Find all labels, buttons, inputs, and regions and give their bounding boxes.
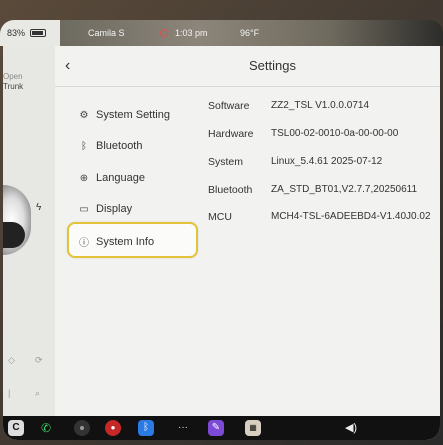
- menu-item-display[interactable]: ▭ Display: [78, 203, 132, 215]
- user-name[interactable]: Camila S: [88, 28, 125, 38]
- record-indicator-icon: [160, 29, 168, 37]
- info-value-mcu: MCH4-TSL-6ADEEBD4-V1.40J0.02: [271, 211, 431, 222]
- search-icon[interactable]: ⌕: [35, 388, 40, 399]
- menu-item-system-info[interactable]: ⓘ System Info: [78, 234, 155, 250]
- trunk-label[interactable]: Trunk: [3, 82, 23, 91]
- info-label-bluetooth: Bluetooth: [208, 184, 253, 196]
- phone-icon[interactable]: ✆: [38, 420, 54, 436]
- clock: 1:03 pm: [175, 28, 208, 38]
- camera-icon[interactable]: [74, 420, 90, 436]
- more-icon[interactable]: ···: [175, 420, 191, 436]
- volume-icon[interactable]: ◀): [340, 420, 362, 436]
- divider: [55, 86, 440, 87]
- info-label-mcu: MCU: [208, 211, 232, 223]
- page-title: Settings: [249, 58, 296, 73]
- info-icon: ⓘ: [79, 238, 89, 249]
- menu-item-label: Bluetooth: [96, 140, 143, 152]
- info-value-hardware: TSL00-02-0010-0a-00-00-00: [271, 128, 399, 139]
- menu-item-label: System Info: [96, 235, 155, 248]
- app-icon[interactable]: ▦: [245, 420, 261, 436]
- pen-icon[interactable]: ✎: [208, 420, 224, 436]
- info-value-software: ZZ2_TSL V1.0.0.0714: [271, 100, 370, 111]
- bluetooth-icon: ᛒ: [81, 140, 87, 152]
- temperature: 96°F: [240, 28, 260, 38]
- refresh-icon[interactable]: ⟳: [35, 355, 43, 366]
- charge-bolt-icon[interactable]: ϟ: [36, 202, 41, 213]
- info-value-system: Linux_5.4.61 2025-07-12: [271, 156, 383, 167]
- info-label-software: Software: [208, 100, 250, 112]
- menu-item-label: System Setting: [96, 109, 170, 121]
- bluetooth-icon[interactable]: ᛒ: [138, 420, 154, 436]
- car-control-icon[interactable]: |: [8, 388, 10, 398]
- battery-level: 83%: [7, 28, 26, 38]
- display-icon: ▭: [79, 203, 89, 215]
- record-icon[interactable]: ●: [105, 420, 121, 436]
- battery-icon: [30, 29, 46, 37]
- car-icon[interactable]: C: [8, 420, 24, 436]
- info-label-hardware: Hardware: [208, 128, 254, 140]
- menu-item-label: Display: [96, 203, 133, 215]
- info-value-bluetooth: ZA_STD_BT01,V2.7.7,20250611: [271, 184, 418, 195]
- menu-item-bluetooth[interactable]: ᛒ Bluetooth: [78, 140, 142, 152]
- trunk-open-label[interactable]: Open: [3, 72, 23, 81]
- info-label-system: System: [208, 156, 244, 168]
- menu-item-system-setting[interactable]: ⚙ System Setting: [78, 109, 170, 121]
- car-control-icon[interactable]: ◇: [8, 355, 15, 366]
- status-bar: 83% Camila S 1:03 pm 96°F: [0, 20, 443, 46]
- menu-item-label: Language: [96, 172, 145, 184]
- menu-item-language[interactable]: ⊕ Language: [78, 172, 145, 184]
- globe-icon: ⊕: [79, 172, 89, 184]
- gear-icon: ⚙: [79, 109, 89, 121]
